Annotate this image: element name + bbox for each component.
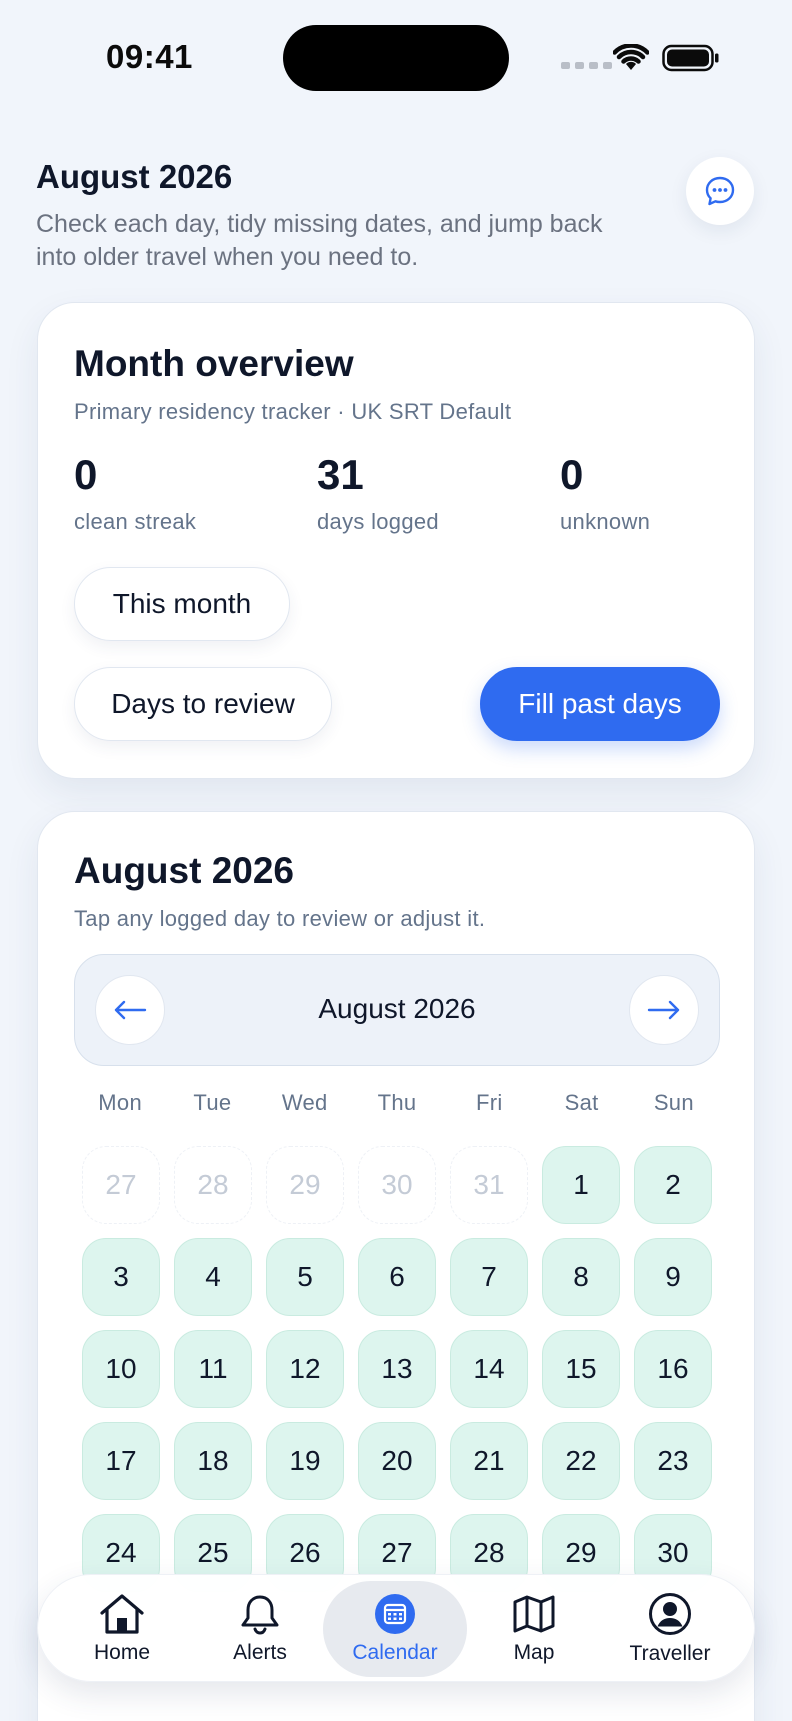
dynamic-island [283, 25, 509, 91]
arrow-right-icon [647, 1000, 680, 1020]
calendar-title: August 2026 [74, 850, 295, 891]
wifi-icon [613, 44, 649, 70]
days-grid: 27 28 29 30 31 1 2 3 4 5 6 7 8 9 10 11 12 13 14 15 16 17 18 19 2… [74, 1146, 720, 1592]
tab-home[interactable]: Home [50, 1581, 194, 1677]
calendar-day-logged[interactable]: 21 [450, 1422, 528, 1500]
calendar-day-logged[interactable]: 23 [634, 1422, 712, 1500]
chat-bubble-icon [705, 176, 735, 206]
weekday-label: Wed [281, 1090, 328, 1115]
calendar-day-logged[interactable]: 14 [450, 1330, 528, 1408]
stat-value: 0 [74, 451, 98, 498]
home-icon [100, 1594, 144, 1634]
page-subtitle: Check each day, tidy missing dates, and … [36, 210, 603, 271]
tab-label: Traveller [629, 1642, 711, 1665]
days-to-review-button[interactable]: Days to review [74, 667, 332, 741]
fill-past-days-button[interactable]: Fill past days [480, 667, 720, 741]
weekday-label: Thu [377, 1090, 417, 1115]
tab-label: Calendar [352, 1641, 438, 1664]
month-overview-card: Month overview Primary residency tracker… [37, 302, 755, 779]
stat-value: 0 [560, 451, 584, 498]
calendar-day-logged[interactable]: 5 [266, 1238, 344, 1316]
status-time: 09:41 [106, 38, 193, 75]
map-icon [513, 1595, 555, 1633]
tab-calendar[interactable]: Calendar [323, 1581, 467, 1677]
month-navigator: August 2026 [74, 954, 720, 1066]
chat-button[interactable] [686, 157, 754, 225]
current-month-label: August 2026 [318, 993, 476, 1024]
stat-value: 31 [317, 451, 364, 498]
calendar-day-logged[interactable]: 9 [634, 1238, 712, 1316]
stat-unknown: 0 unknown [560, 451, 650, 535]
weekday-label: Sat [564, 1090, 599, 1115]
tab-label: Map [513, 1641, 555, 1664]
cellular-signal-icon [561, 62, 612, 69]
next-month-button[interactable] [629, 975, 699, 1045]
stat-label: days logged [317, 509, 439, 534]
weekday-label: Mon [98, 1090, 142, 1115]
calendar-day-logged[interactable]: 20 [358, 1422, 436, 1500]
calendar-icon [375, 1594, 415, 1634]
battery-icon [662, 44, 719, 72]
calendar-day-logged[interactable]: 13 [358, 1330, 436, 1408]
calendar-day-outside-month: 30 [358, 1146, 436, 1224]
this-month-button[interactable]: This month [74, 567, 290, 641]
bell-icon [241, 1595, 279, 1635]
calendar-day-outside-month: 31 [450, 1146, 528, 1224]
calendar-day-logged[interactable]: 16 [634, 1330, 712, 1408]
calendar-day-logged[interactable]: 19 [266, 1422, 344, 1500]
calendar-day-logged[interactable]: 18 [174, 1422, 252, 1500]
calendar-subtitle: Tap any logged day to review or adjust i… [74, 906, 486, 931]
calendar-day-logged[interactable]: 17 [82, 1422, 160, 1500]
status-bar: 09:41 [0, 0, 792, 120]
calendar-day-logged[interactable]: 2 [634, 1146, 712, 1224]
overview-subtitle: Primary residency tracker · UK SRT Defau… [74, 399, 512, 424]
stat-days-logged: 31 days logged [317, 451, 439, 535]
calendar-day-logged[interactable]: 4 [174, 1238, 252, 1316]
calendar-day-outside-month: 29 [266, 1146, 344, 1224]
weekday-header: Mon Tue Wed Thu Fri Sat Sun [74, 1090, 720, 1116]
stat-clean-streak: 0 clean streak [74, 451, 196, 535]
weekday-label: Fri [476, 1090, 503, 1115]
calendar-day-outside-month: 28 [174, 1146, 252, 1224]
weekday-label: Sun [653, 1090, 694, 1115]
calendar-day-logged[interactable]: 6 [358, 1238, 436, 1316]
calendar-day-outside-month: 27 [82, 1146, 160, 1224]
calendar-day-logged[interactable]: 1 [542, 1146, 620, 1224]
calendar-day-logged[interactable]: 11 [174, 1330, 252, 1408]
page-title: August 2026 [36, 158, 233, 195]
stat-label: unknown [560, 509, 651, 534]
tab-traveller[interactable]: Traveller [598, 1581, 742, 1677]
calendar-day-logged[interactable]: 10 [82, 1330, 160, 1408]
calendar-day-logged[interactable]: 8 [542, 1238, 620, 1316]
tab-alerts[interactable]: Alerts [188, 1581, 332, 1677]
tab-label: Alerts [233, 1641, 287, 1664]
calendar-day-logged[interactable]: 7 [450, 1238, 528, 1316]
user-circle-icon [649, 1593, 691, 1635]
calendar-day-logged[interactable]: 3 [82, 1238, 160, 1316]
tab-label: Home [93, 1641, 151, 1664]
calendar-day-logged[interactable]: 22 [542, 1422, 620, 1500]
calendar-day-logged[interactable]: 12 [266, 1330, 344, 1408]
calendar-day-logged[interactable]: 15 [542, 1330, 620, 1408]
tab-map[interactable]: Map [462, 1581, 606, 1677]
overview-title: Month overview [74, 343, 354, 384]
bottom-tab-bar: Home Alerts Calendar Map Traveller [37, 1574, 755, 1682]
weekday-label: Tue [193, 1090, 232, 1115]
stat-label: clean streak [74, 509, 197, 534]
